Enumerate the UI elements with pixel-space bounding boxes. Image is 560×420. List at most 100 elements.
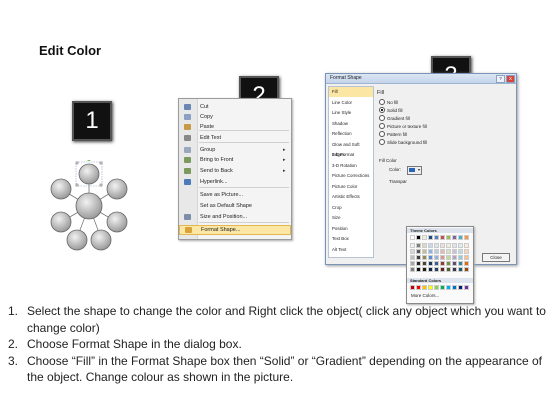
color-swatch[interactable] <box>464 261 469 266</box>
menu-item-group[interactable]: Group ▸ <box>179 145 291 155</box>
color-swatch[interactable] <box>416 267 421 272</box>
cycle-diagram[interactable] <box>43 160 135 252</box>
color-swatch[interactable] <box>410 235 415 240</box>
color-swatch[interactable] <box>422 261 427 266</box>
category-alt-text[interactable]: Alt Text <box>329 245 373 255</box>
color-swatch[interactable] <box>434 243 439 248</box>
menu-item-send-to-back[interactable]: Send to Back ▸ <box>179 166 291 176</box>
color-swatch[interactable] <box>422 267 427 272</box>
menu-item-set-as-default-shape[interactable]: Set as Default Shape <box>179 201 291 211</box>
category-3-d-rotation[interactable]: 3-D Rotation <box>329 161 373 171</box>
color-swatch[interactable] <box>434 249 439 254</box>
color-swatch[interactable] <box>410 255 415 260</box>
category-fill[interactable]: Fill <box>329 87 373 97</box>
category-picture-corrections[interactable]: Picture Corrections <box>329 171 373 181</box>
color-swatch[interactable] <box>434 235 439 240</box>
color-swatch[interactable] <box>422 249 427 254</box>
category-picture-color[interactable]: Picture Color <box>329 182 373 192</box>
radio-solid-fill[interactable]: Solid fill <box>379 107 403 113</box>
color-swatch[interactable] <box>464 255 469 260</box>
color-swatch[interactable] <box>428 235 433 240</box>
color-swatch[interactable] <box>440 249 445 254</box>
radio-pattern-fill[interactable]: Pattern fill <box>379 131 407 137</box>
color-swatch[interactable] <box>428 249 433 254</box>
color-swatch[interactable] <box>434 285 439 290</box>
color-swatch[interactable] <box>410 261 415 266</box>
color-swatch[interactable] <box>416 249 421 254</box>
color-swatch[interactable] <box>428 255 433 260</box>
color-swatch[interactable] <box>458 243 463 248</box>
color-swatch[interactable] <box>452 255 457 260</box>
color-swatch[interactable] <box>440 255 445 260</box>
color-swatch[interactable] <box>458 261 463 266</box>
color-swatch[interactable] <box>434 261 439 266</box>
color-swatch[interactable] <box>452 267 457 272</box>
category-line-color[interactable]: Line Color <box>329 98 373 108</box>
color-swatch[interactable] <box>464 267 469 272</box>
menu-item-hyperlink[interactable]: Hyperlink... <box>179 177 291 187</box>
close-button[interactable]: Close <box>482 253 510 262</box>
color-swatch[interactable] <box>458 285 463 290</box>
category-glow-and-soft-edges[interactable]: Glow and Soft Edges <box>329 140 373 157</box>
color-swatch[interactable] <box>446 285 451 290</box>
color-swatch[interactable] <box>428 285 433 290</box>
radio-no-fill[interactable]: No fill <box>379 99 398 105</box>
color-swatch[interactable] <box>446 235 451 240</box>
color-swatch[interactable] <box>446 243 451 248</box>
color-swatch[interactable] <box>428 243 433 248</box>
category-3-d-format[interactable]: 3-D Format <box>329 150 373 160</box>
color-swatch[interactable] <box>422 285 427 290</box>
color-swatch[interactable] <box>464 249 469 254</box>
radio-picture-or-texture-fill[interactable]: Picture or texture fill <box>379 123 427 129</box>
color-swatch[interactable] <box>452 261 457 266</box>
close-icon[interactable]: X <box>506 75 515 83</box>
category-crop[interactable]: Crop <box>329 203 373 213</box>
radio-gradient-fill[interactable]: Gradient fill <box>379 115 410 121</box>
color-swatch[interactable] <box>458 255 463 260</box>
color-swatch[interactable] <box>410 243 415 248</box>
color-swatch[interactable] <box>416 261 421 266</box>
color-swatch[interactable] <box>422 255 427 260</box>
category-reflection[interactable]: Reflection <box>329 129 373 139</box>
menu-item-format-shape[interactable]: Format Shape... <box>179 225 291 235</box>
color-swatch[interactable] <box>410 267 415 272</box>
color-swatch[interactable] <box>410 285 415 290</box>
menu-item-bring-to-front[interactable]: Bring to Front ▸ <box>179 155 291 165</box>
menu-item-save-as-picture[interactable]: Save as Picture... <box>179 190 291 200</box>
menu-item-copy[interactable]: Copy <box>179 112 291 122</box>
category-size[interactable]: Size <box>329 213 373 223</box>
color-swatch[interactable] <box>452 249 457 254</box>
color-swatch[interactable] <box>458 235 463 240</box>
color-swatch[interactable] <box>464 285 469 290</box>
color-swatch[interactable] <box>446 267 451 272</box>
menu-item-size-and-position[interactable]: Size and Position... <box>179 212 291 222</box>
color-swatch[interactable] <box>458 249 463 254</box>
color-swatch[interactable] <box>428 267 433 272</box>
more-colors-link[interactable]: More Colors... <box>411 293 439 298</box>
category-artistic-effects[interactable]: Artistic Effects <box>329 192 373 202</box>
color-swatch[interactable] <box>452 235 457 240</box>
category-line-style[interactable]: Line Style <box>329 108 373 118</box>
category-shadow[interactable]: Shadow <box>329 119 373 129</box>
color-swatch[interactable] <box>452 285 457 290</box>
color-swatch[interactable] <box>440 235 445 240</box>
color-swatch[interactable] <box>422 235 427 240</box>
color-swatch[interactable] <box>464 243 469 248</box>
color-swatch[interactable] <box>416 243 421 248</box>
category-position[interactable]: Position <box>329 224 373 234</box>
color-swatch[interactable] <box>416 285 421 290</box>
color-swatch[interactable] <box>416 255 421 260</box>
color-swatch[interactable] <box>446 249 451 254</box>
color-swatch[interactable] <box>416 235 421 240</box>
color-swatch[interactable] <box>440 267 445 272</box>
color-picker-button[interactable]: ▾ <box>407 166 422 175</box>
color-swatch[interactable] <box>446 261 451 266</box>
color-swatch[interactable] <box>452 243 457 248</box>
color-swatch[interactable] <box>458 267 463 272</box>
radio-slide-background-fill[interactable]: Slide background fill <box>379 139 427 145</box>
color-swatch[interactable] <box>434 267 439 272</box>
category-text-box[interactable]: Text Box <box>329 234 373 244</box>
color-swatch[interactable] <box>440 243 445 248</box>
color-swatch[interactable] <box>410 249 415 254</box>
color-swatch[interactable] <box>464 235 469 240</box>
